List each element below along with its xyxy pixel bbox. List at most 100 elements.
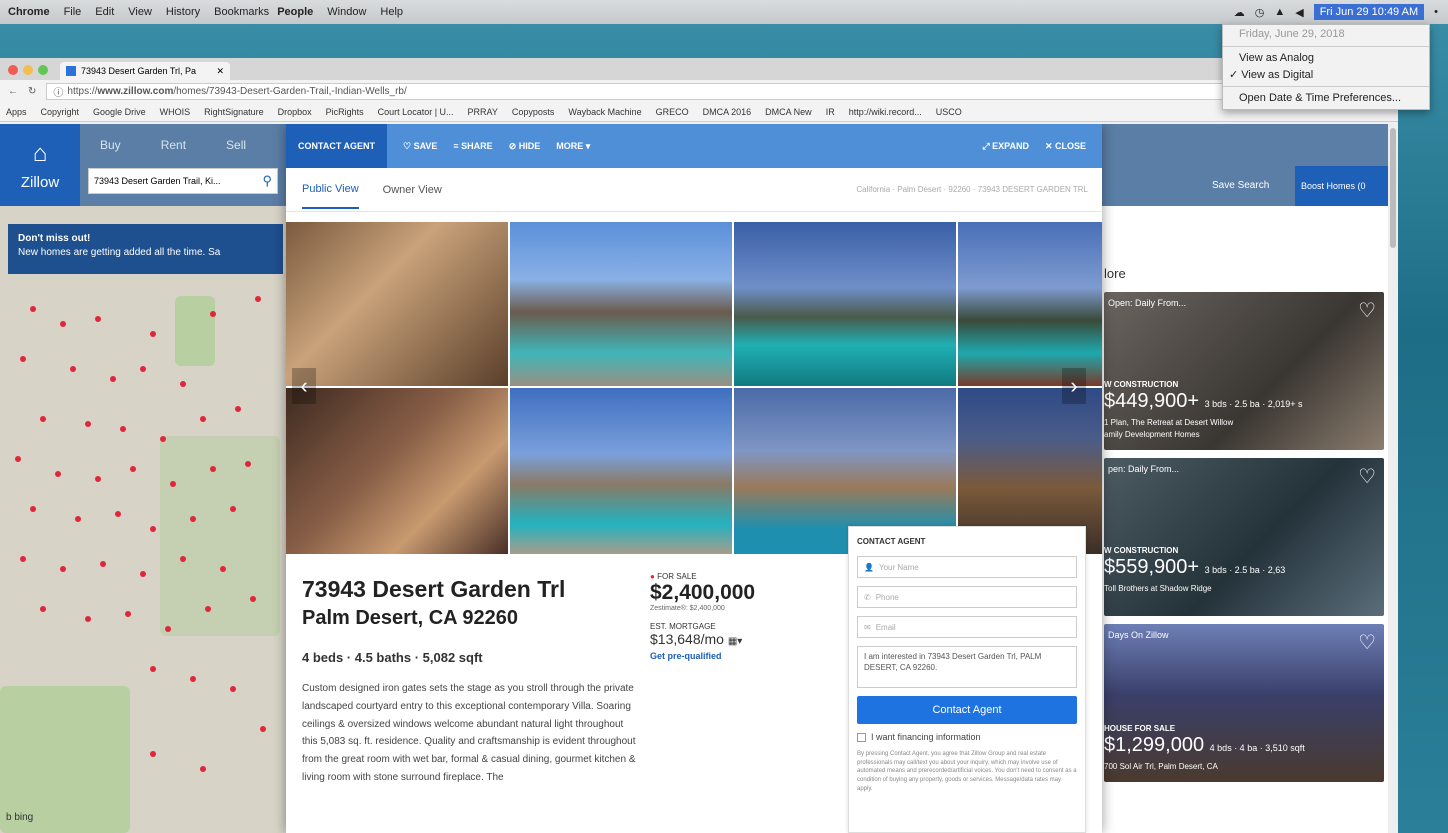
menu-people[interactable]: People — [277, 6, 313, 18]
favorite-heart-icon[interactable]: ♡ — [1358, 630, 1376, 655]
est-mortgage-value[interactable]: $13,648/mo ▦▾ — [650, 631, 830, 647]
map-marker[interactable] — [20, 356, 26, 362]
map-marker[interactable] — [30, 506, 36, 512]
map-marker[interactable] — [150, 331, 156, 337]
tab-owner-view[interactable]: Owner View — [383, 184, 442, 196]
map-marker[interactable] — [60, 566, 66, 572]
contact-agent-tab[interactable]: CONTACT AGENT — [286, 124, 387, 168]
map-marker[interactable] — [160, 436, 166, 442]
bookmark-item[interactable]: Apps — [6, 107, 27, 117]
minimize-window-icon[interactable] — [23, 65, 33, 75]
bookmark-item[interactable]: IR — [826, 107, 835, 117]
map-marker[interactable] — [210, 466, 216, 472]
map-marker[interactable] — [55, 471, 61, 477]
photo-house-pool[interactable] — [510, 388, 732, 554]
map-marker[interactable] — [30, 306, 36, 312]
map-marker[interactable] — [110, 376, 116, 382]
map-marker[interactable] — [170, 481, 176, 487]
browser-tab[interactable]: 73943 Desert Garden Trl, Pa ✕ — [60, 62, 230, 80]
map-marker[interactable] — [70, 366, 76, 372]
menu-bookmarks[interactable]: Bookmarks — [214, 6, 269, 18]
photo-pool-patio[interactable] — [510, 222, 732, 386]
map-marker[interactable] — [20, 556, 26, 562]
bookmark-item[interactable]: Dropbox — [278, 107, 312, 117]
menu-app-name[interactable]: Chrome — [8, 6, 50, 18]
nav-sell[interactable]: Sell — [226, 138, 246, 152]
wifi-icon[interactable]: ▲ — [1274, 6, 1285, 18]
map-marker[interactable] — [180, 381, 186, 387]
breadcrumb[interactable]: California · Palm Desert · 92260 · 73943… — [856, 185, 1088, 194]
map-marker[interactable] — [95, 316, 101, 322]
get-prequalified-link[interactable]: Get pre-qualified — [650, 651, 830, 661]
map-marker[interactable] — [250, 596, 256, 602]
map-marker[interactable] — [150, 526, 156, 532]
map-marker[interactable] — [165, 626, 171, 632]
bookmark-item[interactable]: Copyposts — [512, 107, 555, 117]
url-field[interactable]: ⓘ https:// www.zillow.com /homes/73943-D… — [46, 82, 1390, 100]
bookmark-item[interactable]: Wayback Machine — [568, 107, 641, 117]
photo-gallery[interactable]: ‹ › — [286, 222, 1102, 554]
home-card[interactable]: Open: Daily From... ♡ W CONSTRUCTION $44… — [1104, 292, 1384, 450]
menu-file[interactable]: File — [64, 6, 82, 18]
save-button[interactable]: ♡ SAVE — [403, 141, 437, 152]
map-marker[interactable] — [150, 751, 156, 757]
date-time-preferences-option[interactable]: Open Date & Time Preferences... — [1223, 90, 1429, 106]
cloud-icon[interactable]: ☁ — [1234, 6, 1245, 19]
nav-buy[interactable]: Buy — [100, 138, 121, 152]
map-marker[interactable] — [85, 421, 91, 427]
tab-public-view[interactable]: Public View — [302, 171, 359, 209]
map-marker[interactable] — [200, 416, 206, 422]
calculator-icon[interactable]: ▦▾ — [728, 636, 742, 647]
boost-homes-button[interactable]: Boost Homes (0 — [1295, 166, 1398, 206]
save-search-link[interactable]: Save Search — [1212, 180, 1269, 191]
map-marker[interactable] — [180, 556, 186, 562]
map-marker[interactable] — [120, 426, 126, 432]
contact-agent-button[interactable]: Contact Agent — [857, 696, 1077, 724]
bookmark-item[interactable]: Google Drive — [93, 107, 146, 117]
page-scrollbar[interactable] — [1388, 124, 1398, 833]
bookmark-item[interactable]: PicRights — [326, 107, 364, 117]
more-button[interactable]: MORE ▾ — [556, 141, 590, 152]
map-marker[interactable] — [115, 511, 121, 517]
gallery-next-arrow-icon[interactable]: › — [1062, 368, 1086, 404]
bookmark-item[interactable]: Copyright — [41, 107, 80, 117]
message-field[interactable]: I am interested in 73943 Desert Garden T… — [857, 646, 1077, 688]
bookmark-item[interactable]: RightSignature — [204, 107, 264, 117]
map-marker[interactable] — [60, 321, 66, 327]
map-marker[interactable] — [140, 571, 146, 577]
bookmark-item[interactable]: DMCA New — [765, 107, 812, 117]
map-marker[interactable] — [220, 566, 226, 572]
menu-history[interactable]: History — [166, 6, 200, 18]
map-panel[interactable]: Don't miss out! New homes are getting ad… — [0, 206, 290, 833]
view-as-analog-option[interactable]: View as Analog — [1223, 50, 1429, 66]
name-field[interactable]: 👤 Your Name — [857, 556, 1077, 578]
map-marker[interactable] — [260, 726, 266, 732]
bookmark-item[interactable]: Court Locator | U... — [378, 107, 454, 117]
home-card[interactable]: pen: Daily From... ♡ W CONSTRUCTION $559… — [1104, 458, 1384, 616]
gallery-prev-arrow-icon[interactable]: ‹ — [292, 368, 316, 404]
menu-help[interactable]: Help — [380, 6, 403, 18]
close-window-icon[interactable] — [8, 65, 18, 75]
financing-checkbox[interactable]: I want financing information — [857, 732, 1077, 742]
expand-button[interactable]: ⤢ EXPAND — [982, 141, 1029, 152]
map-marker[interactable] — [150, 666, 156, 672]
map-marker[interactable] — [210, 311, 216, 317]
map-marker[interactable] — [140, 366, 146, 372]
map-marker[interactable] — [130, 466, 136, 472]
map-marker[interactable] — [205, 606, 211, 612]
map-marker[interactable] — [235, 406, 241, 412]
photo-patio-night[interactable] — [286, 388, 508, 554]
back-icon[interactable]: ← — [8, 86, 18, 97]
zoom-window-icon[interactable] — [38, 65, 48, 75]
hide-button[interactable]: ⊘ HIDE — [509, 141, 541, 152]
map-marker[interactable] — [230, 506, 236, 512]
checkbox-icon[interactable] — [857, 732, 866, 742]
search-input[interactable]: 73943 Desert Garden Trail, Ki... ⚲ — [88, 168, 278, 194]
bookmark-item[interactable]: http://wiki.record... — [849, 107, 922, 117]
favorite-heart-icon[interactable]: ♡ — [1358, 298, 1376, 323]
map-marker[interactable] — [255, 296, 261, 302]
map-marker[interactable] — [245, 461, 251, 467]
scrollbar-thumb[interactable] — [1390, 128, 1396, 248]
map-marker[interactable] — [190, 516, 196, 522]
share-button[interactable]: ≡ SHARE — [453, 141, 492, 151]
